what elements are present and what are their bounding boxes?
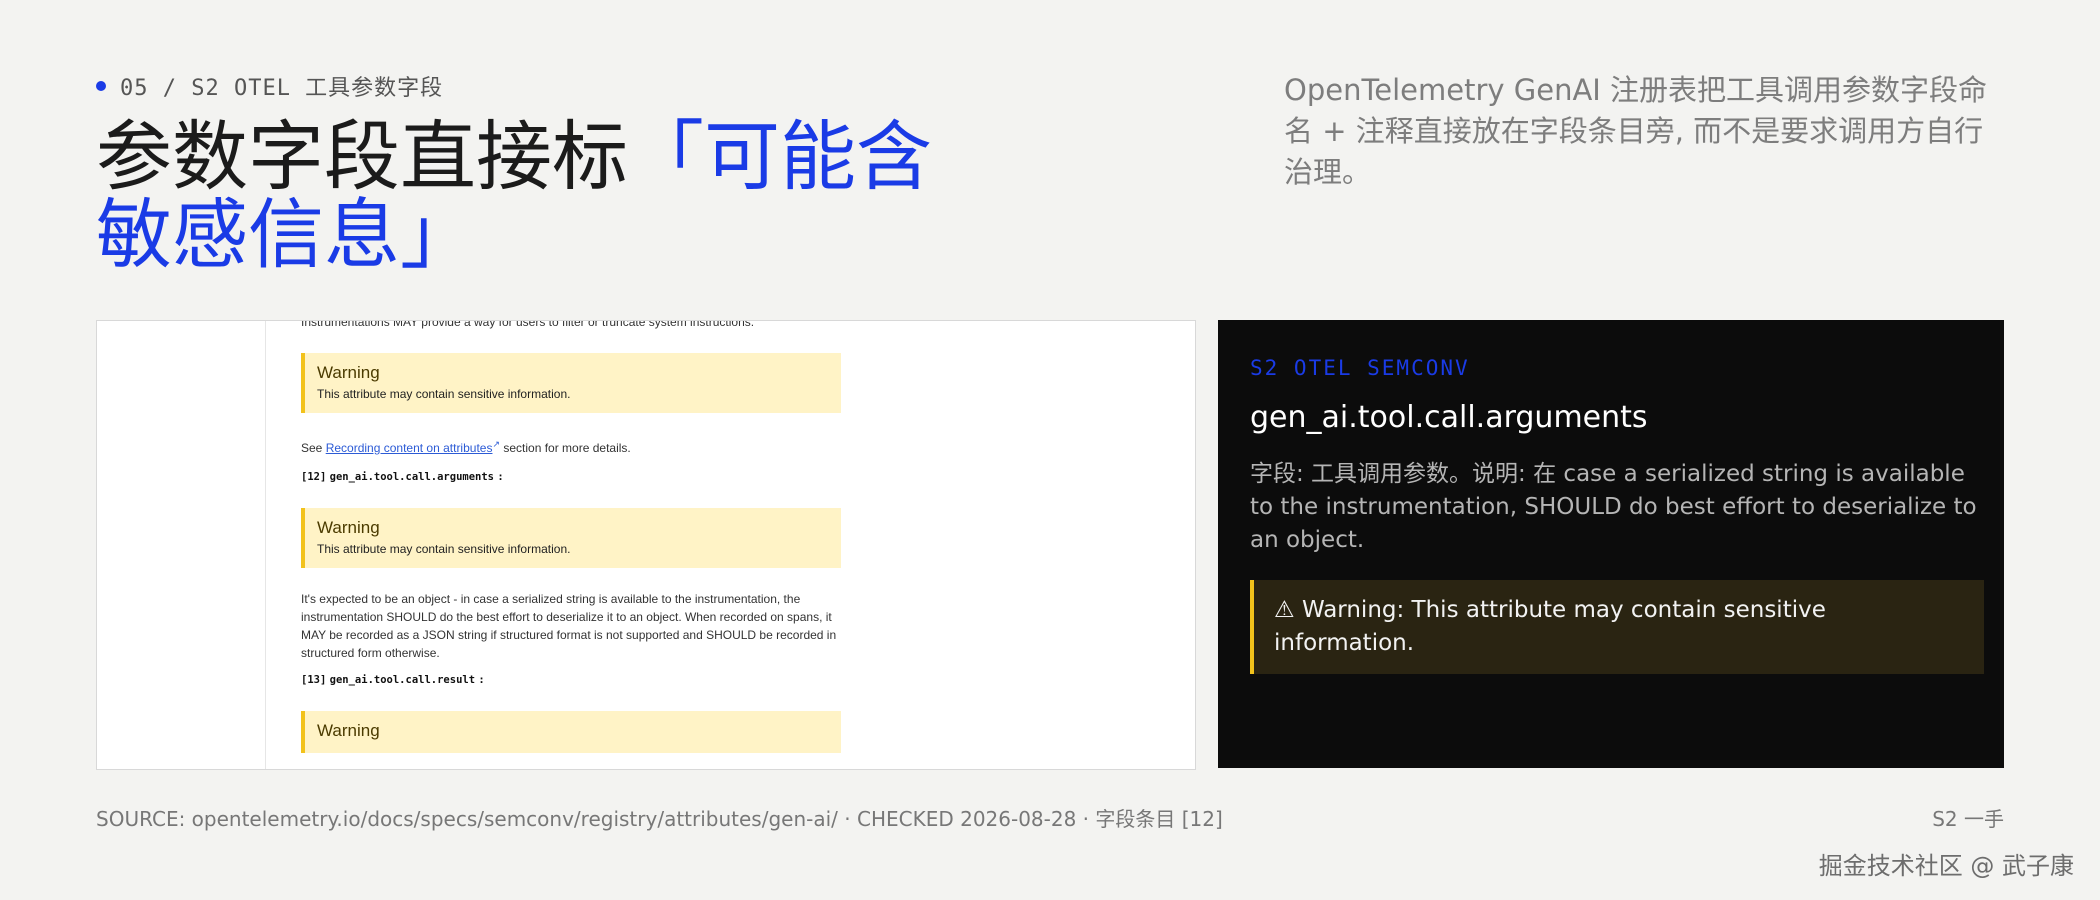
intro-text: OpenTelemetry GenAI 注册表把工具调用参数字段命名 + 注释直… — [1284, 73, 1988, 189]
doc-warning-title: Warning — [317, 363, 380, 382]
source-footer: SOURCE: opentelemetry.io/docs/specs/semc… — [96, 807, 1223, 831]
doc-line-top: Instrumentations MAY provide a way for u… — [301, 320, 755, 329]
doc-screenshot-panel: Instrumentations MAY provide a way for u… — [96, 320, 1196, 770]
eyebrow-label: 05 / S2 OTEL 工具参数字段 — [120, 76, 444, 101]
slide-tag: S2 一手 — [1932, 807, 2004, 831]
doc-warning-title: Warning — [317, 518, 380, 537]
field-12-name[interactable]: gen_ai.tool.call.arguments — [330, 471, 494, 483]
field-13-name[interactable]: gen_ai.tool.call.result — [330, 674, 475, 686]
doc-sidebar-divider — [265, 321, 266, 769]
see-prefix: See — [301, 441, 326, 455]
doc-warning-box: Warning — [301, 711, 841, 753]
doc-warning-title: Warning — [317, 721, 380, 740]
card-description: 字段: 工具调用参数。说明: 在 case a serialized strin… — [1250, 461, 1977, 553]
field-12-number: [12] — [301, 471, 327, 483]
field-13-number: [13] — [301, 674, 327, 686]
warning-triangle-icon: ⚠ — [1274, 597, 1295, 623]
title-plain: 参数字段直接标 — [96, 112, 628, 201]
doc-field-13: [13] gen_ai.tool.call.result : — [301, 670, 841, 689]
recording-content-link[interactable]: Recording content on attributes — [326, 441, 493, 455]
doc-warning-box: Warning This attribute may contain sensi… — [301, 508, 841, 568]
doc-warning-body: This attribute may contain sensitive inf… — [317, 387, 571, 401]
field-13-colon: : — [478, 674, 485, 686]
field-12-colon: : — [497, 471, 504, 483]
card-title: gen_ai.tool.call.arguments — [1250, 400, 1648, 435]
card-warning-text: Warning: This attribute may contain sens… — [1274, 597, 1826, 656]
doc-expected-text: It's expected to be an object - in case … — [301, 592, 837, 660]
watermark: 掘金技术社区 @ 武子康 — [1818, 852, 2074, 880]
doc-content: Instrumentations MAY provide a way for u… — [301, 320, 841, 753]
doc-warning-box: Warning This attribute may contain sensi… — [301, 353, 841, 413]
card-warning: ⚠ Warning: This attribute may contain se… — [1250, 580, 1984, 674]
doc-warning-body: This attribute may contain sensitive inf… — [317, 542, 571, 556]
doc-see-line: See Recording content on attributes↗ sec… — [301, 435, 841, 457]
bullet-dot-icon — [96, 81, 106, 91]
external-link-icon: ↗ — [492, 439, 501, 449]
card-tag: S2 OTEL SEMCONV — [1250, 356, 1470, 380]
semconv-card: S2 OTEL SEMCONV gen_ai.tool.call.argumen… — [1218, 320, 2004, 768]
see-suffix: section for more details. — [500, 441, 631, 455]
doc-field-12: [12] gen_ai.tool.call.arguments : — [301, 467, 841, 486]
page-title: 参数字段直接标「可能含敏感信息」 — [96, 118, 996, 274]
eyebrow: 05 / S2 OTEL 工具参数字段 — [96, 70, 443, 102]
